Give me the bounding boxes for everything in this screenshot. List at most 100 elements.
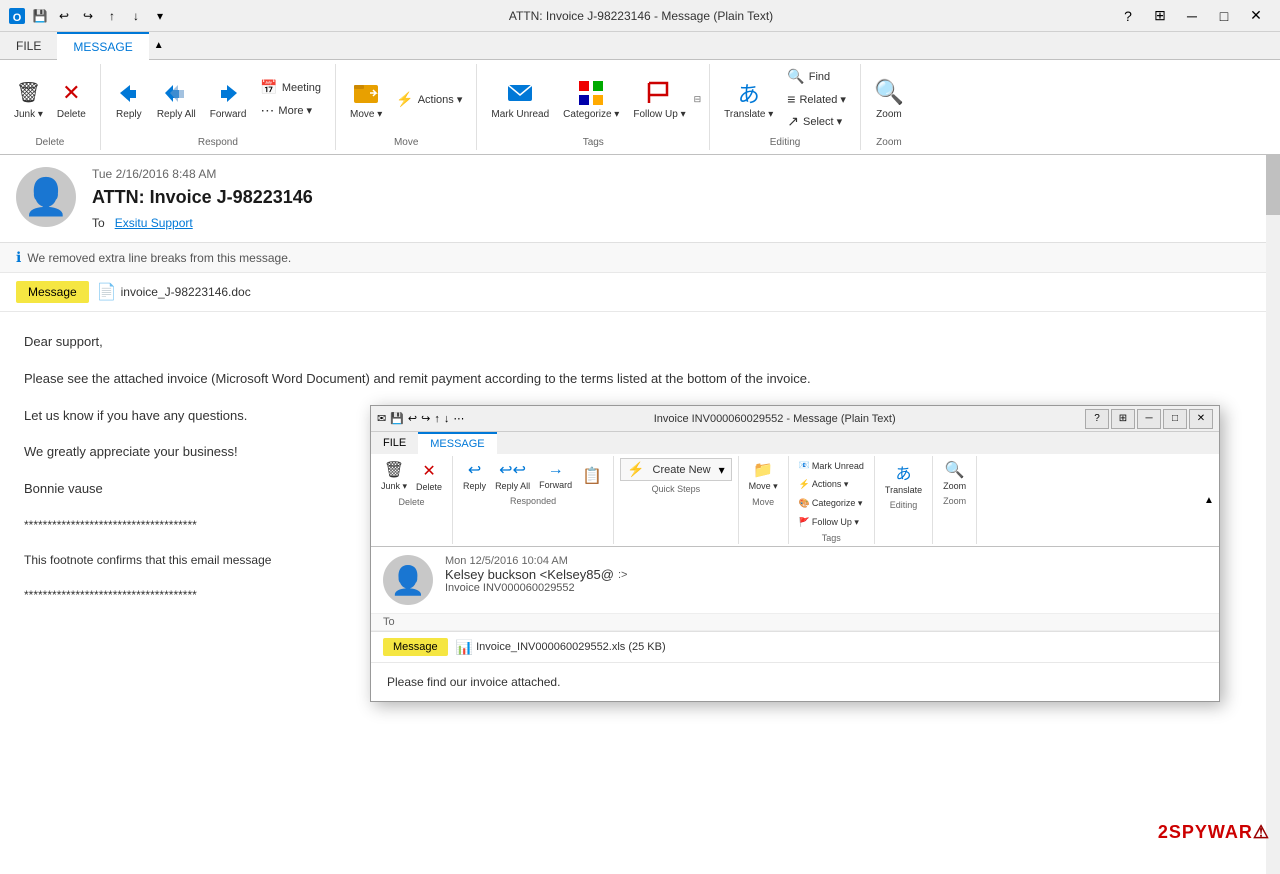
restore-button[interactable]: □ — [1208, 2, 1240, 30]
nested-attach-file[interactable]: 📊 Invoice_INV000060029552.xls (25 KB) — [456, 639, 666, 656]
ribbon-tabs: FILE MESSAGE ▲ — [0, 32, 1280, 60]
undo-qat-btn[interactable]: ↩ — [54, 6, 74, 26]
nested-follow-btn[interactable]: 🚩 Follow Up ▾ — [795, 515, 863, 530]
nested-message-tab[interactable]: Message — [383, 638, 448, 656]
tags-expand-button[interactable]: ⊟ — [694, 94, 702, 105]
nested-translate-btn[interactable]: あ Translate — [881, 458, 926, 497]
prev-qat-btn[interactable]: ↑ — [102, 6, 122, 26]
nested-close-btn[interactable]: ✕ — [1189, 409, 1213, 429]
create-new-btn[interactable]: Create New — [649, 462, 715, 478]
nested-zoom-label: Zoom — [937, 495, 972, 507]
nested-categorize-btn[interactable]: 🎨 Categorize ▾ — [795, 496, 867, 511]
nested-follow-icon: 🚩 — [799, 517, 810, 528]
mark-unread-button[interactable]: Mark Unread — [485, 75, 555, 124]
nested-move-icon: 📁 — [753, 460, 773, 480]
move-button[interactable]: Move ▾ — [344, 75, 388, 124]
watermark: 2SPYWAR⚠ — [1158, 822, 1270, 843]
nested-delete-btn[interactable]: ✕ Delete — [412, 459, 446, 494]
select-icon: ↗ — [787, 113, 799, 130]
nested-follow-label: Follow Up ▾ — [812, 517, 859, 528]
delete-button[interactable]: ✕ Delete — [51, 75, 92, 124]
redo-qat-btn[interactable]: ↪ — [78, 6, 98, 26]
nested-forward-label: Forward — [539, 480, 572, 490]
actions-button[interactable]: ⚡ Actions ▾ — [390, 89, 468, 110]
help-button[interactable]: ? — [1112, 2, 1144, 30]
save-qat-btn[interactable]: 💾 — [30, 6, 50, 26]
reply-button[interactable]: Reply — [109, 75, 149, 124]
nested-delete-label: Delete — [375, 496, 448, 508]
more-icon: ⋯ — [260, 102, 274, 119]
translate-button[interactable]: あ Translate ▾ — [718, 75, 779, 124]
editing-extra: 🔍 Find ≡ Related ▾ ↗ Select ▾ — [781, 66, 852, 132]
ribbon-group-move: Move ▾ ⚡ Actions ▾ Move — [336, 64, 477, 150]
scrollbar-thumb[interactable] — [1266, 155, 1280, 215]
next-qat-btn[interactable]: ↓ — [126, 6, 146, 26]
nested-minimize-btn[interactable]: ─ — [1137, 409, 1161, 429]
nested-move-btn[interactable]: 📁 Move ▾ — [745, 458, 782, 494]
follow-up-button[interactable]: Follow Up ▾ — [627, 75, 691, 124]
zoom-group-label: Zoom — [865, 134, 913, 150]
nested-mark-unread-btn[interactable]: 📧 Mark Unread — [795, 458, 868, 473]
nested-extra-btn[interactable]: 📋 — [577, 464, 607, 488]
message-tab[interactable]: Message — [16, 281, 89, 303]
tab-file[interactable]: FILE — [0, 32, 57, 59]
to-value: Exsitu Support — [115, 216, 193, 230]
nested-reply-all-label: Reply All — [495, 481, 530, 491]
nested-ribbon-content: 🗑 Junk ▾ ✕ Delete Delete ↩ — [371, 454, 1219, 546]
nested-actions-btn[interactable]: ⚡ Actions ▾ — [795, 477, 853, 492]
ribbon-group-editing: あ Translate ▾ 🔍 Find ≡ Related ▾ ↗ Selec… — [710, 64, 861, 150]
ribbon-collapse-button[interactable]: ▲ — [149, 32, 169, 59]
body-greeting: Dear support, — [24, 332, 1250, 353]
more-qat-btn[interactable]: ▾ — [150, 6, 170, 26]
move-group-label: Move — [340, 134, 472, 150]
nested-email-popup: ✉ 💾 ↩ ↪ ↑ ↓ ⋯ Invoice INV000060029552 - … — [370, 405, 1220, 702]
reply-all-button[interactable]: Reply All — [151, 75, 202, 124]
fullscreen-button[interactable]: ⊞ — [1144, 2, 1176, 30]
reply-icon — [115, 79, 143, 107]
attachment-file[interactable]: 📄 invoice_J-98223146.doc — [97, 282, 251, 302]
nested-translate-icon: あ — [896, 460, 912, 484]
find-button[interactable]: 🔍 Find — [781, 66, 852, 87]
junk-button[interactable]: 🗑 Junk ▾ — [8, 75, 49, 124]
nested-collapse-btn[interactable]: ▲ — [1199, 456, 1219, 544]
nested-junk-btn[interactable]: 🗑 Junk ▾ — [377, 458, 411, 494]
nested-tags-items3: 🎨 Categorize ▾ — [793, 494, 870, 513]
nested-body: Please find our invoice attached. — [371, 663, 1219, 701]
nested-email-title: Invoice INV000060029552 - Message (Plain… — [464, 413, 1085, 425]
select-button[interactable]: ↗ Select ▾ — [781, 111, 852, 132]
nested-forward-icon: → — [548, 461, 564, 479]
forward-button[interactable]: Forward — [204, 75, 253, 124]
info-bar: ℹ We removed extra line breaks from this… — [0, 243, 1280, 273]
info-icon: ℹ — [16, 249, 21, 266]
ribbon-group-delete: 🗑 Junk ▾ ✕ Delete Delete — [0, 64, 101, 150]
tab-message[interactable]: MESSAGE — [57, 32, 148, 60]
ribbon: FILE MESSAGE ▲ 🗑 Junk ▾ ✕ Delete Delete — [0, 32, 1280, 155]
more-button[interactable]: ⋯ More ▾ — [254, 100, 327, 121]
nested-forward-btn[interactable]: → Forward — [535, 459, 576, 492]
nested-attach-bar: Message 📊 Invoice_INV000060029552.xls (2… — [371, 632, 1219, 663]
categorize-button[interactable]: Categorize ▾ — [557, 75, 625, 124]
nested-fullscreen-btn[interactable]: ⊞ — [1111, 409, 1135, 429]
message-container: 👤 Tue 2/16/2016 8:48 AM ATTN: Invoice J-… — [0, 155, 1280, 874]
related-button[interactable]: ≡ Related ▾ — [781, 89, 852, 109]
zoom-button[interactable]: 🔍 Zoom — [869, 75, 909, 124]
nested-zoom-icon: 🔍 — [945, 460, 965, 480]
ribbon-group-tags: Mark Unread Categorize ▾ — [477, 64, 710, 150]
move-icon — [352, 79, 380, 107]
nested-tab-file[interactable]: FILE — [371, 432, 418, 454]
minimize-button[interactable]: ─ — [1176, 2, 1208, 30]
window-controls: ? ⊞ ─ □ ✕ — [1112, 2, 1272, 30]
close-button[interactable]: ✕ — [1240, 2, 1272, 30]
nested-msg-header: 👤 Mon 12/5/2016 10:04 AM Kelsey buckson … — [371, 547, 1219, 613]
nested-tab-message[interactable]: MESSAGE — [418, 432, 496, 454]
nested-reply-btn[interactable]: ↩ Reply — [459, 458, 490, 493]
nested-zoom-btn[interactable]: 🔍 Zoom — [939, 458, 970, 493]
meeting-button[interactable]: 📅 Meeting — [254, 77, 327, 98]
nested-restore-btn[interactable]: □ — [1163, 409, 1187, 429]
junk-icon: 🗑 — [14, 79, 42, 107]
delete-label: Delete — [57, 109, 86, 120]
to-label: To — [92, 216, 111, 230]
nested-reply-all-btn[interactable]: ↩↩ Reply All — [491, 458, 534, 493]
nested-help-btn[interactable]: ? — [1085, 409, 1109, 429]
nested-subject: Invoice INV000060029552 — [445, 582, 1207, 594]
